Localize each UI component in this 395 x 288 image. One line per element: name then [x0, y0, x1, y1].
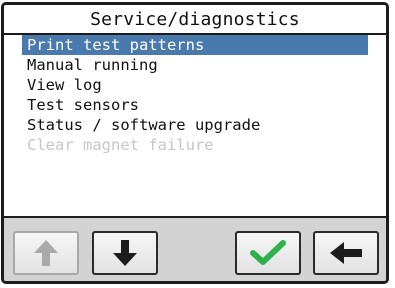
menu-item-manual-running[interactable]: Manual running — [4, 55, 386, 75]
checkmark-icon — [250, 240, 286, 265]
menu-item-print-test-patterns[interactable]: Print test patterns — [22, 35, 368, 55]
arrow-up-icon — [34, 240, 58, 266]
screen-title: Service/diagnostics — [4, 5, 386, 35]
menu-item-clear-magnet-failure: Clear magnet failure — [27, 136, 214, 154]
back-button[interactable] — [313, 231, 379, 275]
toolbar — [4, 216, 386, 281]
scroll-up-button[interactable] — [13, 231, 79, 275]
menu-item-test-sensors[interactable]: Test sensors — [4, 95, 386, 115]
scroll-down-button[interactable] — [92, 231, 158, 275]
screen-frame: Service/diagnostics Print test patterns … — [1, 2, 389, 284]
menu-item-view-log[interactable]: View log — [4, 75, 386, 95]
menu-list: Print test patterns Manual running View … — [4, 35, 386, 217]
arrow-down-icon — [113, 240, 137, 266]
menu-item-status-software-upgrade[interactable]: Status / software upgrade — [4, 115, 386, 135]
arrow-left-icon — [330, 242, 362, 264]
confirm-button[interactable] — [235, 231, 301, 275]
